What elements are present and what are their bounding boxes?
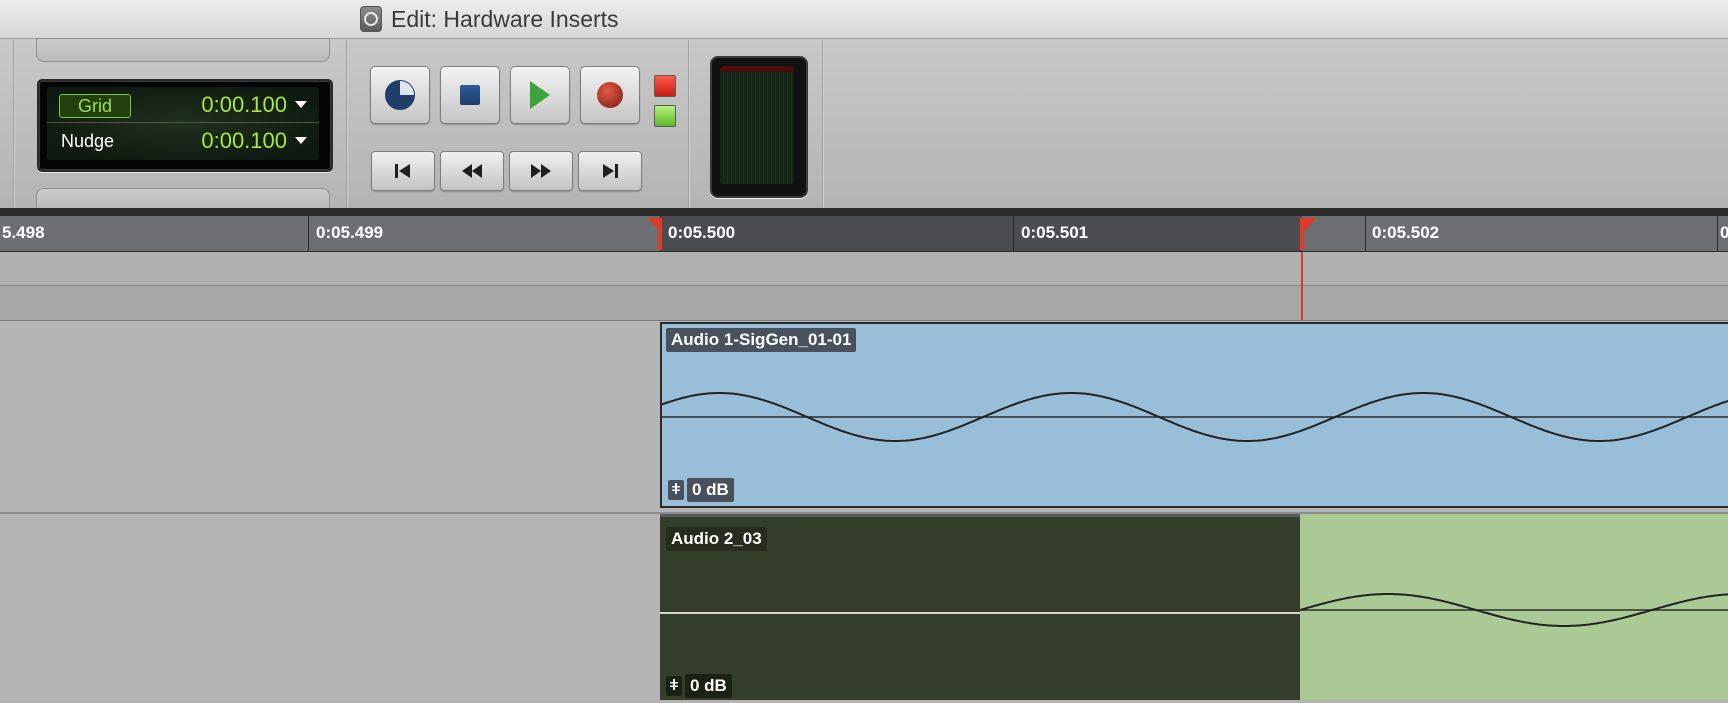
clip-1-gain-value[interactable]: 0 dB — [687, 478, 734, 502]
toolbar-divider — [13, 40, 15, 208]
clip-2-waveform — [1300, 593, 1728, 627]
ruler-tick — [1365, 216, 1366, 251]
meter-display — [720, 66, 794, 184]
stop-icon — [460, 85, 480, 105]
online-icon — [385, 80, 415, 110]
grid-value[interactable]: 0:00.100 — [201, 92, 287, 118]
title-bar — [0, 0, 1728, 39]
grid-dropdown-icon[interactable] — [295, 101, 307, 108]
ruler-label: 0 — [1720, 223, 1728, 242]
toolbar-divider — [346, 40, 348, 208]
go-to-end-button[interactable] — [578, 151, 642, 191]
ruler-label: 5.498 — [2, 223, 45, 242]
selection-start-marker-stem — [658, 218, 662, 250]
grid-nudge-display: Grid 0:00.100 Nudge 0:00.100 — [37, 79, 333, 172]
rewind-icon — [462, 164, 482, 178]
pro-tools-icon — [360, 6, 382, 32]
return-to-zero-icon — [395, 164, 410, 178]
ruler-label: 0:05.499 — [316, 223, 384, 242]
online-button[interactable] — [370, 66, 430, 124]
ruler-label: 0:05.500 — [668, 223, 736, 242]
grid-nudge-lcd: Grid 0:00.100 Nudge 0:00.100 — [47, 87, 319, 160]
ruler-selection — [660, 216, 1302, 251]
stop-button[interactable] — [440, 66, 500, 124]
status-led-red — [654, 75, 676, 97]
grid-mode-button[interactable]: Grid — [59, 94, 131, 118]
ruler-tick — [1717, 216, 1718, 251]
clip-2-gain[interactable]: ǂ 0 dB — [666, 674, 732, 698]
audio-clip-2-selected[interactable]: Audio 2_03 ǂ 0 dB — [660, 514, 1300, 700]
nudge-value[interactable]: 0:00.100 — [201, 128, 287, 154]
clip-gain-fader-icon[interactable]: ǂ — [666, 676, 682, 696]
toolbar-divider — [688, 40, 690, 208]
playhead-line — [1301, 252, 1303, 320]
master-meter — [710, 56, 808, 198]
return-to-zero-button[interactable] — [371, 151, 435, 191]
nudge-row[interactable]: Nudge 0:00.100 — [47, 123, 319, 158]
window-title: Edit: Hardware Inserts — [391, 5, 619, 32]
toolbar-panel-stub — [36, 38, 330, 62]
ruler-label: 0:05.502 — [1372, 223, 1440, 242]
go-to-end-icon — [603, 164, 618, 178]
clip-1-gain[interactable]: ǂ 0 dB — [668, 478, 734, 502]
ruler-label: 0:05.501 — [1021, 223, 1089, 242]
meter-clip-indicator — [720, 66, 794, 72]
clip-2-name[interactable]: Audio 2_03 — [666, 527, 767, 551]
clip-gain-fader-icon[interactable]: ǂ — [668, 480, 684, 500]
toolbar-panel-stub — [36, 188, 330, 209]
audio-clip-2[interactable] — [1300, 514, 1728, 700]
play-icon — [530, 81, 550, 109]
fast-forward-icon — [531, 164, 551, 178]
toolbar-divider — [822, 40, 824, 208]
grid-row[interactable]: Grid 0:00.100 — [47, 87, 319, 123]
marker-ruler — [0, 252, 1728, 286]
fast-forward-button[interactable] — [509, 151, 573, 191]
clip-1-name[interactable]: Audio 1-SigGen_01-01 — [666, 328, 857, 352]
window-title-group: Edit: Hardware Inserts — [360, 5, 619, 33]
status-led-green — [654, 105, 676, 127]
selection-end-marker-stem — [1300, 218, 1304, 250]
record-icon — [597, 82, 623, 108]
play-button[interactable] — [510, 66, 570, 124]
selection-end-marker[interactable] — [1302, 218, 1316, 234]
clip-2-gain-value[interactable]: 0 dB — [685, 674, 732, 698]
tempo-ruler — [0, 286, 1728, 321]
ruler-tick — [308, 216, 309, 251]
record-button[interactable] — [580, 66, 640, 124]
nudge-label: Nudge — [61, 131, 115, 151]
rewind-button[interactable] — [440, 151, 504, 191]
nudge-dropdown-icon[interactable] — [295, 137, 307, 144]
ruler-divider — [0, 208, 1728, 216]
audio-clip-1[interactable]: Audio 1-SigGen_01-01 ǂ 0 dB — [660, 322, 1728, 508]
ruler-tick — [1013, 216, 1014, 251]
